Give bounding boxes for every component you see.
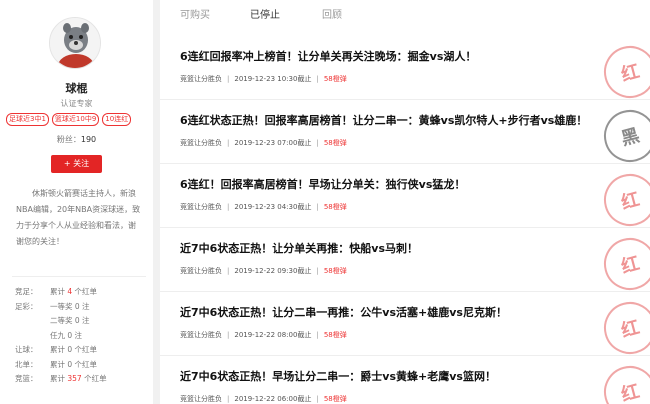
record-tag: 篮球近10中9 — [51, 113, 100, 126]
mascot-avatar-icon — [50, 18, 100, 68]
plan-type: 竞篮让分胜负 — [180, 267, 222, 275]
plan-deadline: 2019-12-23 10:30截止 — [234, 75, 312, 83]
certification-label: 认证专家 — [60, 99, 93, 108]
stat-key: 足彩： — [15, 301, 38, 311]
plan-title[interactable]: 6连红状态正热！回报率高居榜首！让分二串一：黄蜂vs凯尔特人+步行者vs雄鹿！ — [180, 112, 587, 128]
stat-post: 个红单 — [81, 374, 107, 383]
stat-value: 一等奖 0 注 — [50, 301, 90, 311]
stat-value: 任九 0 注 — [50, 330, 83, 340]
record-tag: 足球近3中1 — [6, 113, 49, 126]
stat-row: 竞篮： 累计 357 个红单 — [15, 372, 151, 387]
result-stamp-icon: 红 — [598, 296, 650, 360]
plan-item[interactable]: 近7中6状态正热！让分二串一再推：公牛vs活塞+雄鹿vs尼克斯！ 竞篮让分胜负 |… — [160, 292, 650, 360]
stat-row: 任九 0 注 — [15, 329, 151, 344]
stat-key — [15, 329, 50, 344]
result-stamp-icon: 红 — [598, 168, 650, 232]
plan-meta: 竞篮让分胜负 | 2019-12-23 04:30截止 | 58橙弹 — [180, 203, 347, 211]
plan-item[interactable]: 6连红回报率冲上榜首！让分单关再关注晚场：掘金vs湖人！ 竞篮让分胜负 | 2019… — [160, 36, 650, 104]
plan-deadline: 2019-12-22 06:00截止 — [234, 395, 312, 403]
stat-pre: 累计 — [50, 287, 68, 296]
stat-value: 累计 357 个红单 — [50, 372, 107, 387]
stat-value: 累计 0 个红单 — [50, 345, 98, 354]
plan-type: 竞篮让分胜负 — [180, 75, 222, 83]
plan-deadline: 2019-12-23 04:30截止 — [234, 203, 312, 211]
stat-value: 累计 4 个红单 — [50, 285, 97, 300]
plan-price: 58橙弹 — [323, 75, 347, 83]
stat-number: 357 — [67, 374, 82, 383]
follow-button[interactable]: + 关注 — [51, 155, 102, 173]
stat-key: 竞足： — [15, 287, 38, 296]
stat-key — [15, 314, 50, 329]
plan-deadline: 2019-12-22 09:30截止 — [234, 267, 312, 275]
plan-item[interactable]: 6连红状态正热！回报率高居榜首！让分二串一：黄蜂vs凯尔特人+步行者vs雄鹿！ … — [160, 100, 650, 168]
plan-title[interactable]: 6连红！回报率高居榜首！早场让分单关：独行侠vs猛龙！ — [180, 176, 465, 192]
result-stamp-icon: 黑 — [598, 104, 650, 168]
stat-value: 累计 0 个红单 — [50, 359, 98, 369]
plan-price: 58橙弹 — [323, 203, 347, 211]
record-tags: 足球近3中1 篮球近10中9 10连红 — [6, 113, 151, 126]
fans-number: 190 — [80, 135, 97, 144]
result-stamp-icon: 红 — [598, 40, 650, 104]
plan-deadline: 2019-12-23 07:00截止 — [234, 139, 312, 147]
record-tag: 10连红 — [102, 113, 132, 126]
tab-available[interactable]: 可购买 — [180, 6, 210, 21]
plan-meta: 竞篮让分胜负 | 2019-12-22 06:00截止 | 58橙弹 — [180, 395, 347, 403]
page: 球棍 认证专家 足球近3中1 篮球近10中9 10连红 粉丝：190 + 关注 … — [0, 0, 650, 404]
plan-title[interactable]: 近7中6状态正热！让分单关再推：快船vs马刺！ — [180, 240, 418, 256]
expert-bio: 休斯顿火箭赛话主持人，新浪NBA编辑，20年NBA资深球迷，致力于分享个人从业经… — [16, 189, 141, 246]
plan-list-panel: 可购买 已停止 回顾 6连红回报率冲上榜首！让分单关再关注晚场：掘金vs湖人！ … — [160, 0, 650, 404]
stat-key: 让球： — [15, 345, 38, 354]
stats-list: 竞足： 累计 4 个红单 足彩： 一等奖 0 注 二等奖 0 注 任九 0 注 让球… — [15, 285, 151, 387]
result-stamp-icon: 红 — [598, 232, 650, 296]
stat-row: 二等奖 0 注 — [15, 314, 151, 329]
divider — [12, 276, 146, 277]
plan-title[interactable]: 近7中6状态正热！让分二串一再推：公牛vs活塞+雄鹿vs尼克斯！ — [180, 304, 507, 320]
plan-meta: 竞篮让分胜负 | 2019-12-22 09:30截止 | 58橙弹 — [180, 267, 347, 275]
plan-item[interactable]: 近7中6状态正热！让分单关再推：快船vs马刺！ 竞篮让分胜负 | 2019-12-2… — [160, 228, 650, 296]
stat-row: 北单： 累计 0 个红单 — [15, 358, 151, 373]
stat-row: 足彩： 一等奖 0 注 — [15, 300, 151, 315]
avatar[interactable] — [49, 17, 101, 69]
plan-type: 竞篮让分胜负 — [180, 331, 222, 339]
stat-post: 个红单 — [72, 287, 98, 296]
plan-deadline: 2019-12-22 08:00截止 — [234, 331, 312, 339]
plan-price: 58橙弹 — [323, 139, 347, 147]
fans-label: 粉丝： — [56, 135, 81, 144]
stat-row: 竞足： 累计 4 个红单 — [15, 285, 151, 300]
fans-count: 粉丝：190 — [0, 134, 153, 145]
plan-type: 竞篮让分胜负 — [180, 139, 222, 147]
plan-meta: 竞篮让分胜负 | 2019-12-22 08:00截止 | 58橙弹 — [180, 331, 347, 339]
plan-meta: 竞篮让分胜负 | 2019-12-23 10:30截止 | 58橙弹 — [180, 75, 347, 83]
plan-title[interactable]: 6连红回报率冲上榜首！让分单关再关注晚场：掘金vs湖人！ — [180, 48, 476, 64]
expert-sidebar: 球棍 认证专家 足球近3中1 篮球近10中9 10连红 粉丝：190 + 关注 … — [0, 0, 153, 404]
stat-key: 竞篮： — [15, 374, 38, 383]
stat-pre: 累计 — [50, 374, 68, 383]
stat-row: 让球： 累计 0 个红单 — [15, 343, 151, 358]
plan-meta: 竞篮让分胜负 | 2019-12-23 07:00截止 | 58橙弹 — [180, 139, 347, 147]
status-tabs: 可购买 已停止 回顾 — [160, 0, 650, 30]
plan-item[interactable]: 6连红！回报率高居榜首！早场让分单关：独行侠vs猛龙！ 竞篮让分胜负 | 2019-… — [160, 164, 650, 232]
tab-review[interactable]: 回顾 — [322, 6, 342, 21]
plan-price: 58橙弹 — [323, 267, 347, 275]
plan-title[interactable]: 近7中6状态正热！早场让分二串一：爵士vs黄蜂+老鹰vs篮网！ — [180, 368, 496, 384]
plan-item[interactable]: 近7中6状态正热！早场让分二串一：爵士vs黄蜂+老鹰vs篮网！ 竞篮让分胜负 | 2… — [160, 356, 650, 404]
plan-type: 竞篮让分胜负 — [180, 203, 222, 211]
stat-value: 二等奖 0 注 — [50, 316, 90, 325]
plan-type: 竞篮让分胜负 — [180, 395, 222, 403]
plan-price: 58橙弹 — [323, 395, 347, 403]
expert-name: 球棍 — [65, 82, 88, 95]
stat-key: 北单： — [15, 359, 38, 369]
tab-stopped[interactable]: 已停止 — [250, 6, 280, 21]
plan-price: 58橙弹 — [323, 331, 347, 339]
result-stamp-icon: 红 — [598, 360, 650, 404]
